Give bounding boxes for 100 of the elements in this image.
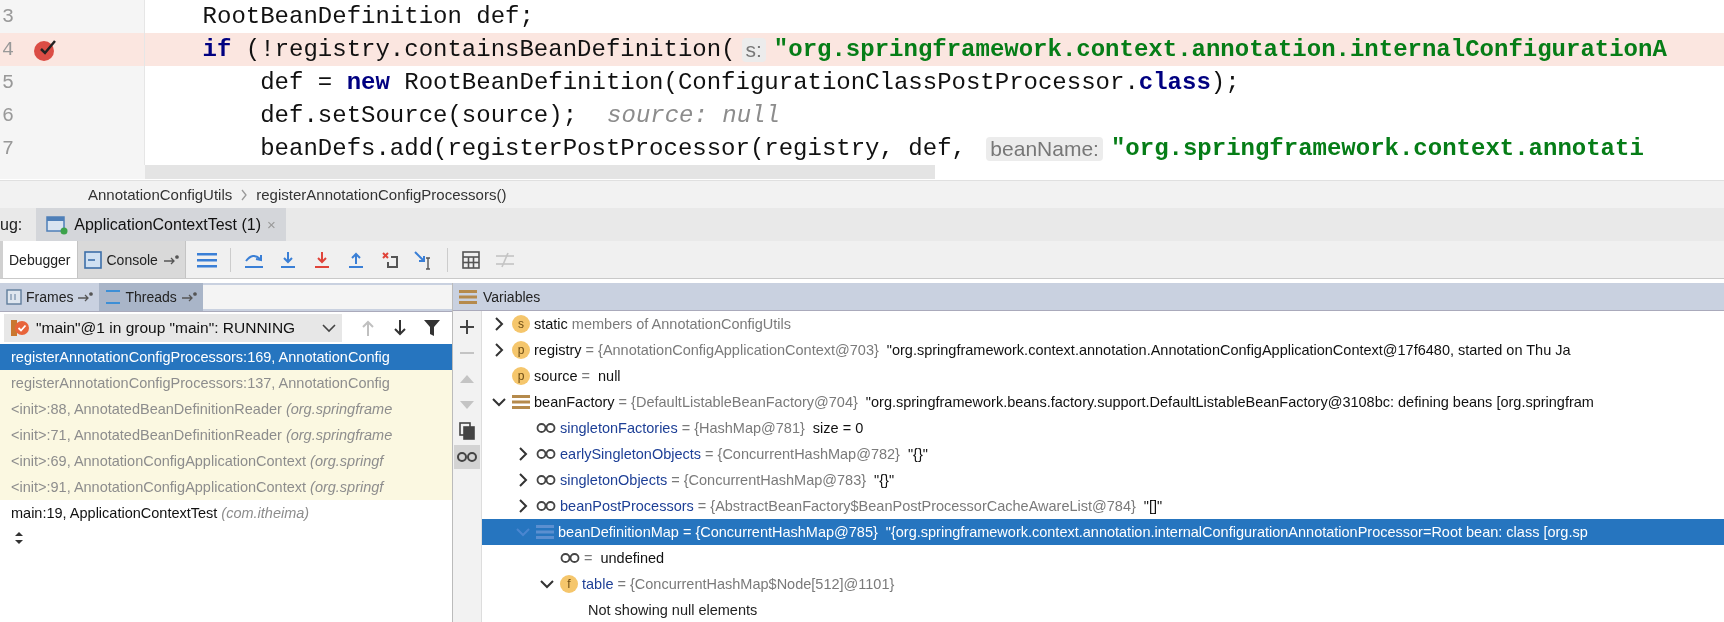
- variable-name: static: [534, 316, 568, 332]
- variable-row[interactable]: p source = null: [482, 363, 1724, 389]
- variable-row[interactable]: beanPostProcessors = {AbstractBeanFactory$BeanPostProcessorCacheAwareList@784} "[]": [482, 493, 1724, 519]
- glasses-icon: [536, 500, 556, 512]
- variable-type: = {ConcurrentHashMap@782}: [705, 446, 900, 462]
- variable-type-icon: p: [512, 367, 530, 385]
- inline-value: source: null: [607, 102, 780, 129]
- code-text: RootBeanDefinition(ConfigurationClassPostProcessor.: [403, 69, 1139, 96]
- copy-icon: [459, 422, 475, 440]
- variable-row[interactable]: f table = {ConcurrentHashMap$Node[512]@1101}: [482, 571, 1724, 597]
- chevron-right-icon: [494, 317, 504, 331]
- variable-row[interactable]: p registry = {AnnotationConfigApplicationContext@703} "org.springframework.context.annotation.AnnotationConfigApplicationContext@17f6480, started on Thu Ja: [482, 337, 1724, 363]
- list-icon: [536, 524, 554, 540]
- variable-row[interactable]: = undefined: [482, 545, 1724, 571]
- sort-icon: [14, 531, 24, 545]
- pin-arrow-icon: [162, 254, 179, 265]
- up-arrow-icon: [360, 319, 376, 337]
- panel-label: ug:: [0, 214, 24, 235]
- variable-type-icon: s: [512, 315, 530, 333]
- scrollbar[interactable]: [145, 165, 935, 179]
- list-icon: [196, 250, 217, 269]
- panel-tab[interactable]: Threads: [99, 283, 203, 311]
- variable-row[interactable]: beanDefinitionMap = {ConcurrentHashMap@785} "{org.springframework.context.annotation.internalConfigurationAnnotationProcessor=Root bean: class [org.sp: [482, 519, 1724, 545]
- stack-frame[interactable]: main:19, ApplicationContextTest (com.itheima): [0, 500, 452, 526]
- down-arrow-icon: [392, 319, 408, 337]
- variable-row[interactable]: singletonObjects = {ConcurrentHashMap@783} "{}": [482, 467, 1724, 493]
- variable-row[interactable]: singletonFactories = {HashMap@781} size = 0: [482, 415, 1724, 441]
- line-number: 7: [1, 137, 15, 160]
- variable-type-icon: f: [560, 575, 578, 593]
- code-text: class: [1138, 69, 1211, 96]
- variable-name: beanDefinitionMap: [558, 524, 679, 540]
- calculator-icon: [461, 250, 480, 269]
- line-number: 3: [1, 5, 15, 28]
- glasses-icon: [456, 451, 478, 463]
- thread-dropdown[interactable]: "main"@1 in group "main": RUNNING: [4, 314, 342, 342]
- variable-type: = {ConcurrentHashMap@785}: [682, 524, 878, 540]
- code-text: beanDefs.add(registerPostProcessor(registry, def,: [259, 135, 967, 162]
- chevron-right-icon: [518, 499, 528, 513]
- line-number: 5: [1, 71, 15, 94]
- variable-type: = {DefaultListableBeanFactory@704}: [618, 394, 858, 410]
- triangle-up-icon: [459, 374, 475, 384]
- variable-name: singletonFactories: [560, 420, 678, 436]
- list-icon: [459, 288, 477, 305]
- chevron-right-icon: [494, 343, 504, 357]
- parameter-hint: s:: [741, 37, 766, 62]
- variable-type: = {HashMap@781}: [681, 420, 805, 436]
- chevron-down-icon: [492, 397, 506, 407]
- stack-frame[interactable]: registerAnnotationConfigProcessors:169, AnnotationConfig: [0, 344, 452, 370]
- side-toolbar-button[interactable]: [454, 445, 480, 469]
- variable-row[interactable]: beanFactory = {DefaultListableBeanFactory@704} "org.springframework.beans.factory.support.DefaultListableBeanFactory@3108bc: defining beans [org.springfram: [482, 389, 1724, 415]
- variable-type: = {ConcurrentHashMap@783}: [671, 472, 867, 488]
- code-text: "org.springframework.context.annotation.internalConfigurationA: [773, 36, 1667, 63]
- variable-name: source: [534, 368, 578, 384]
- line-number: 6: [1, 104, 15, 127]
- trace-icon: [494, 251, 515, 268]
- variable-type: = {AnnotationConfigApplicationContext@703}: [585, 342, 879, 358]
- variable-row[interactable]: s static members of AnnotationConfigUtils: [482, 311, 1724, 337]
- session-tab[interactable]: ApplicationContextTest (1) ×: [36, 208, 286, 241]
- triangle-down-icon: [459, 400, 475, 410]
- variable-name: beanPostProcessors: [560, 498, 694, 514]
- parameter-hint: beanName:: [986, 136, 1103, 161]
- line-number: 4: [1, 38, 15, 61]
- variable-value: "[]": [1143, 498, 1163, 514]
- tree-message: Not showing null elements: [588, 602, 758, 618]
- code-text: def =: [259, 69, 334, 96]
- code-text: if: [201, 36, 232, 63]
- tool-tab[interactable]: Debugger: [3, 241, 78, 278]
- breadcrumb[interactable]: AnnotationConfigUtils: [88, 186, 233, 203]
- pin-arrow-icon: [180, 292, 197, 302]
- variable-value: null: [598, 368, 621, 384]
- chevron-right-icon: [518, 473, 528, 487]
- window-icon: [46, 214, 69, 235]
- variable-type: members of AnnotationConfigUtils: [571, 316, 792, 332]
- tool-tab[interactable]: Console: [77, 241, 186, 278]
- chevron-down-icon: [322, 323, 336, 333]
- chevron-right-icon: [240, 188, 249, 201]
- chevron-right-icon: [518, 447, 528, 461]
- list-icon: [512, 394, 530, 410]
- variable-row[interactable]: earlySingletonObjects = {ConcurrentHashMap@782} "{}": [482, 441, 1724, 467]
- variable-value: "{}": [907, 446, 928, 462]
- panel-title: Variables: [483, 288, 541, 305]
- variable-value: undefined: [600, 550, 665, 566]
- filter-icon: [423, 319, 441, 337]
- chevron-down-icon: [540, 579, 554, 589]
- frames-icon: [6, 289, 22, 305]
- code-text: "org.springframework.context.annotati: [1110, 135, 1644, 162]
- add-icon: [459, 319, 475, 335]
- chevron-down-icon: [516, 527, 530, 537]
- variable-name: table: [582, 576, 614, 592]
- pin-arrow-icon: [77, 292, 94, 302]
- code-text: def.setSource(source);: [259, 102, 578, 129]
- variable-type: = {AbstractBeanFactory$BeanPostProcessorCacheAwareList@784}: [697, 498, 1136, 514]
- thread-icon: [10, 319, 30, 337]
- console-icon: [83, 250, 102, 269]
- glasses-icon: [536, 448, 556, 460]
- variable-name: registry: [534, 342, 582, 358]
- variable-type: = {ConcurrentHashMap$Node[512]@1101}: [617, 576, 895, 592]
- code-text: );: [1210, 69, 1240, 96]
- breadcrumb[interactable]: registerAnnotationConfigProcessors(): [256, 186, 507, 203]
- variable-type: =: [581, 368, 590, 384]
